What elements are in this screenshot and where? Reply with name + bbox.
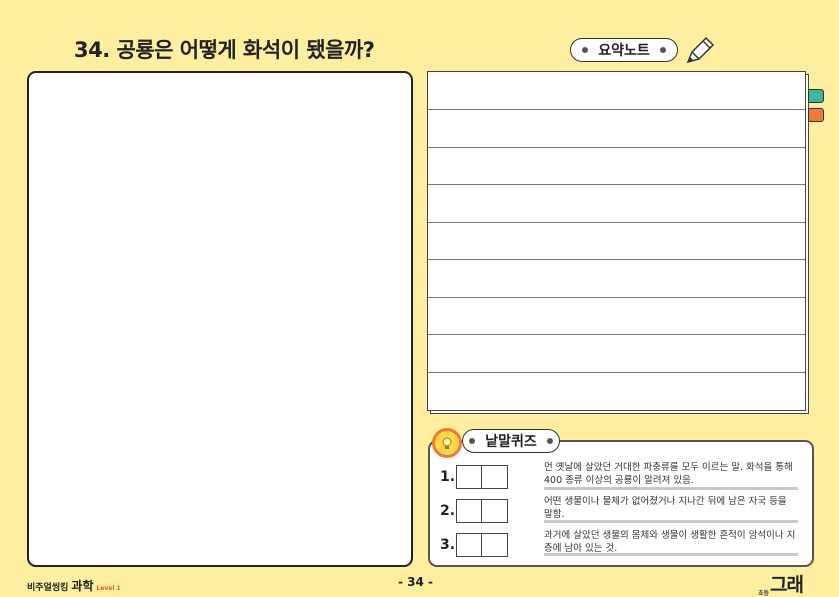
publisher-name: 그래 <box>770 574 804 596</box>
summary-note-label: 요약노트 <box>570 38 678 62</box>
series-name: 비주얼씽킹 <box>27 583 69 593</box>
note-line <box>428 334 805 335</box>
question-number: 3. <box>440 537 456 553</box>
word-quiz-text: 낱말퀴즈 <box>485 434 537 450</box>
page-number: - 34 - <box>398 575 434 589</box>
note-line <box>428 297 805 298</box>
summary-note-text: 요약노트 <box>598 43 650 59</box>
note-line <box>428 147 805 148</box>
answer-input-1[interactable] <box>456 465 508 489</box>
dot-icon <box>469 438 476 444</box>
drawing-area[interactable] <box>27 71 413 567</box>
question-clue: 어떤 생물이나 물체가 없어졌거나 지나간 뒤에 남은 자국 등을 말함. <box>544 496 787 520</box>
question-number: 2. <box>440 503 456 519</box>
note-line <box>428 184 805 185</box>
page-title: 34. 공룡은 어떻게 화석이 됐을까? <box>74 38 375 62</box>
subject-name: 과학 <box>71 579 94 593</box>
question-number: 1. <box>440 469 456 485</box>
publisher-logo: 초등 그래 <box>758 570 804 597</box>
question-clue: 먼 옛날에 살았던 거대한 파충류를 모두 이르는 말. 화석을 통해 400 … <box>544 462 793 486</box>
question-clue: 과거에 살았던 생물의 몸체와 생물이 생활한 흔적이 암석이나 지층에 남아 … <box>544 530 796 554</box>
summary-notebook[interactable] <box>427 71 806 411</box>
notebook-tab-teal <box>808 89 824 103</box>
note-line <box>428 259 805 260</box>
clue-divider <box>544 553 798 556</box>
notebook-tab-orange <box>808 108 824 122</box>
note-line <box>428 109 805 110</box>
note-line <box>428 222 805 223</box>
series-logo: 비주얼씽킹 과학 Level 1 <box>27 577 121 594</box>
level-badge: Level 1 <box>96 585 121 592</box>
pencil-icon <box>686 36 715 64</box>
dot-icon <box>546 438 553 444</box>
dot-icon <box>659 47 666 53</box>
answer-input-2[interactable] <box>456 499 508 523</box>
note-line <box>428 372 805 373</box>
dot-icon <box>582 47 589 53</box>
answer-input-3[interactable] <box>456 533 508 557</box>
clue-divider <box>544 487 798 490</box>
lightbulb-icon <box>432 428 462 458</box>
word-quiz-label: 낱말퀴즈 <box>462 429 560 453</box>
clue-divider <box>544 520 798 523</box>
